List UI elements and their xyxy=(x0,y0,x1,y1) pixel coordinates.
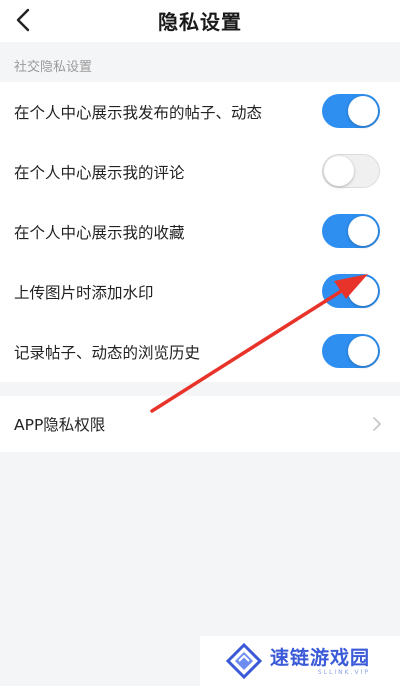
toggle-knob xyxy=(324,156,354,186)
setting-label: 在个人中心展示我发布的帖子、动态 xyxy=(14,104,263,122)
toggle-knob xyxy=(348,336,378,366)
setting-row-show-posts: 在个人中心展示我发布的帖子、动态 xyxy=(0,82,400,142)
setting-row-browse-history: 记录帖子、动态的浏览历史 xyxy=(0,322,400,382)
setting-label: 在个人中心展示我的评论 xyxy=(14,164,185,182)
setting-row-show-favorites: 在个人中心展示我的收藏 xyxy=(0,202,400,262)
toggle-knob xyxy=(348,216,378,246)
toggle-knob xyxy=(348,276,378,306)
watermark-name: 速链游戏园 xyxy=(270,646,371,669)
page-title: 隐私设置 xyxy=(158,10,242,34)
setting-label: 记录帖子、动态的浏览历史 xyxy=(14,344,201,362)
app-privacy-row[interactable]: APP隐私权限 xyxy=(0,396,400,452)
toggle-switch-browse-history[interactable] xyxy=(322,334,380,368)
setting-label: 在个人中心展示我的收藏 xyxy=(14,224,185,242)
diamond-logo-icon xyxy=(226,643,262,679)
section-label: 社交隐私设置 xyxy=(14,60,93,75)
watermark-url: SLLINK.VIP xyxy=(317,668,371,676)
toggle-knob xyxy=(348,96,378,126)
toggle-switch-show-favorites[interactable] xyxy=(322,214,380,248)
setting-row-show-comments: 在个人中心展示我的评论 xyxy=(0,142,400,202)
app-privacy-label: APP隐私权限 xyxy=(14,416,106,434)
setting-label: 上传图片时添加水印 xyxy=(14,284,154,302)
chevron-right-icon xyxy=(373,417,381,431)
settings-list: 在个人中心展示我发布的帖子、动态 在个人中心展示我的评论 在个人中心展示我的收藏… xyxy=(0,82,400,382)
toggle-switch-image-watermark[interactable] xyxy=(322,274,380,308)
setting-row-image-watermark: 上传图片时添加水印 xyxy=(0,262,400,322)
toggle-switch-show-posts[interactable] xyxy=(322,94,380,128)
top-bar: 隐私设置 xyxy=(0,0,400,42)
watermark: 速链游戏园 SLLINK.VIP xyxy=(200,636,400,686)
toggle-switch-show-comments[interactable] xyxy=(322,154,380,188)
